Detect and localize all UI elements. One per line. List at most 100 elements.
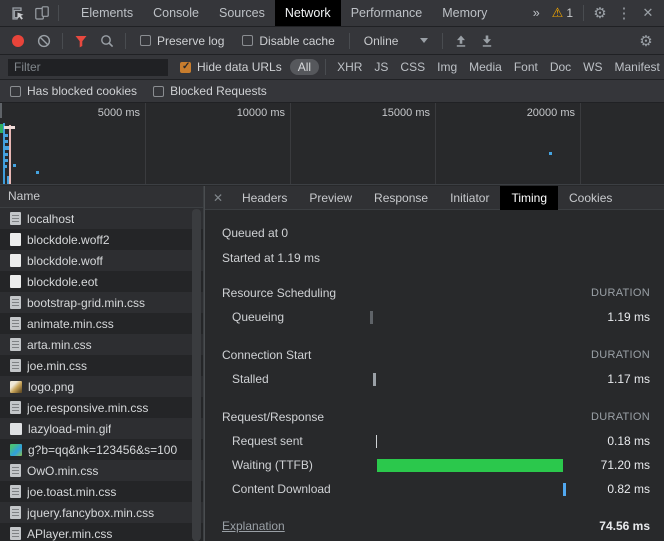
filter-type-js[interactable]: JS	[369, 59, 393, 75]
request-list: localhostblockdole.woff2blockdole.woffbl…	[0, 208, 203, 541]
hide-data-urls-checkbox[interactable]: Hide data URLs	[180, 60, 282, 74]
filter-type-doc[interactable]: Doc	[545, 59, 576, 75]
request-row[interactable]: joe.min.css	[0, 355, 203, 376]
timing-phase-value: 1.19 ms	[580, 310, 650, 324]
request-row[interactable]: bootstrap-grid.min.css	[0, 292, 203, 313]
request-list-panel: Name localhostblockdole.woff2blockdole.w…	[0, 186, 204, 541]
document-icon	[10, 296, 21, 309]
font-icon	[10, 254, 21, 267]
filter-type-css[interactable]: CSS	[395, 59, 430, 75]
tab-network[interactable]: Network	[275, 0, 341, 26]
filter-type-manifest[interactable]: Manifest	[610, 59, 664, 75]
more-options-icon[interactable]: ⋮	[612, 1, 636, 25]
disable-cache-checkbox[interactable]: Disable cache	[242, 34, 334, 48]
document-icon	[10, 338, 21, 351]
preserve-log-checkbox[interactable]: Preserve log	[140, 34, 224, 48]
overview-tick-label: 5000 ms	[98, 107, 145, 119]
filter-type-all[interactable]: All	[290, 59, 319, 75]
request-name: joe.responsive.min.css	[27, 401, 148, 415]
filter-type-ws[interactable]: WS	[578, 59, 607, 75]
name-column-header[interactable]: Name	[0, 186, 203, 208]
document-icon	[10, 359, 21, 372]
explanation-link[interactable]: Explanation	[222, 519, 285, 533]
detail-tab-response[interactable]: Response	[363, 186, 439, 210]
timing-section: Connection StartDURATIONStalled1.17 ms	[222, 343, 650, 391]
timing-bar	[370, 311, 373, 324]
inspect-element-icon[interactable]	[6, 1, 30, 25]
tab-elements[interactable]: Elements	[71, 0, 143, 26]
blocked-requests-label: Blocked Requests	[170, 84, 267, 98]
settings-gear-icon[interactable]: ⚙	[588, 1, 612, 25]
filter-input[interactable]	[8, 59, 168, 76]
device-toolbar-icon[interactable]	[30, 1, 54, 25]
close-details-icon[interactable]: ✕	[205, 191, 231, 205]
checkbox[interactable]	[153, 86, 164, 97]
filter-type-xhr[interactable]: XHR	[332, 59, 367, 75]
blocked-requests-checkbox[interactable]: Blocked Requests	[153, 84, 267, 98]
checkbox[interactable]	[242, 35, 253, 46]
request-row[interactable]: joe.toast.min.css	[0, 481, 203, 502]
tab-performance[interactable]: Performance	[341, 0, 433, 26]
tab-sources[interactable]: Sources	[209, 0, 275, 26]
record-icon	[12, 35, 24, 47]
detail-tab-timing[interactable]: Timing	[500, 186, 558, 210]
network-main-area: Name localhostblockdole.woff2blockdole.w…	[0, 186, 664, 541]
checkbox[interactable]	[140, 35, 151, 46]
detail-tab-cookies[interactable]: Cookies	[558, 186, 623, 210]
divider	[58, 5, 59, 21]
export-har-icon[interactable]	[475, 29, 499, 53]
checkbox[interactable]	[180, 62, 191, 73]
network-overview-timeline[interactable]: 5000 ms10000 ms15000 ms20000 ms	[0, 103, 664, 185]
close-devtools-icon[interactable]: ✕	[636, 1, 660, 25]
image-faint-icon	[10, 423, 22, 435]
request-row[interactable]: jquery.fancybox.min.css	[0, 502, 203, 523]
throttling-dropdown[interactable]: Online	[364, 34, 429, 48]
request-row[interactable]: APlayer.min.css	[0, 523, 203, 541]
image-logo-icon	[10, 381, 22, 393]
checkbox[interactable]	[10, 86, 21, 97]
issues-warning-button[interactable]: ⚠ 1	[546, 1, 579, 25]
request-row[interactable]: blockdole.woff	[0, 250, 203, 271]
request-row[interactable]: blockdole.eot	[0, 271, 203, 292]
timing-phase-label: Waiting (TTFB)	[222, 458, 370, 472]
search-icon[interactable]	[95, 29, 119, 53]
request-name: joe.min.css	[27, 359, 87, 373]
network-settings-gear-icon[interactable]: ⚙	[634, 29, 658, 53]
has-blocked-cookies-checkbox[interactable]: Has blocked cookies	[10, 84, 137, 98]
detail-tab-initiator[interactable]: Initiator	[439, 186, 500, 210]
import-har-icon[interactable]	[449, 29, 473, 53]
record-network-log-button[interactable]	[6, 29, 30, 53]
more-tabs-chevron[interactable]: »	[527, 0, 546, 26]
request-row[interactable]: lazyload-min.gif	[0, 418, 203, 439]
vertical-scrollbar[interactable]	[192, 209, 201, 541]
request-row[interactable]: OwO.min.css	[0, 460, 203, 481]
has-blocked-cookies-label: Has blocked cookies	[27, 84, 137, 98]
filter-type-img[interactable]: Img	[432, 59, 462, 75]
filter-funnel-icon[interactable]	[69, 29, 93, 53]
filter-type-media[interactable]: Media	[464, 59, 507, 75]
document-icon	[10, 506, 21, 519]
request-row[interactable]: animate.min.css	[0, 313, 203, 334]
document-icon	[10, 212, 21, 225]
request-row[interactable]: arta.min.css	[0, 334, 203, 355]
request-name: jquery.fancybox.min.css	[27, 506, 154, 520]
divider	[583, 5, 584, 21]
timing-bar-area	[370, 483, 580, 496]
detail-tab-preview[interactable]: Preview	[298, 186, 363, 210]
timing-phase-value: 71.20 ms	[580, 458, 650, 472]
detail-tab-headers[interactable]: Headers	[231, 186, 298, 210]
overview-activity-mark	[9, 125, 11, 185]
filter-type-font[interactable]: Font	[509, 59, 543, 75]
request-row[interactable]: joe.responsive.min.css	[0, 397, 203, 418]
overview-activity-mark	[4, 140, 8, 143]
clear-network-log-icon[interactable]	[32, 29, 56, 53]
request-row[interactable]: blockdole.woff2	[0, 229, 203, 250]
tab-console[interactable]: Console	[143, 0, 209, 26]
overview-activity-mark	[4, 134, 8, 137]
request-row[interactable]: localhost	[0, 208, 203, 229]
tab-memory[interactable]: Memory	[432, 0, 497, 26]
request-row[interactable]: g?b=qq&nk=123456&s=100	[0, 439, 203, 460]
request-row[interactable]: logo.png	[0, 376, 203, 397]
overview-activity-mark	[549, 152, 552, 155]
timing-bar-area	[370, 459, 580, 472]
